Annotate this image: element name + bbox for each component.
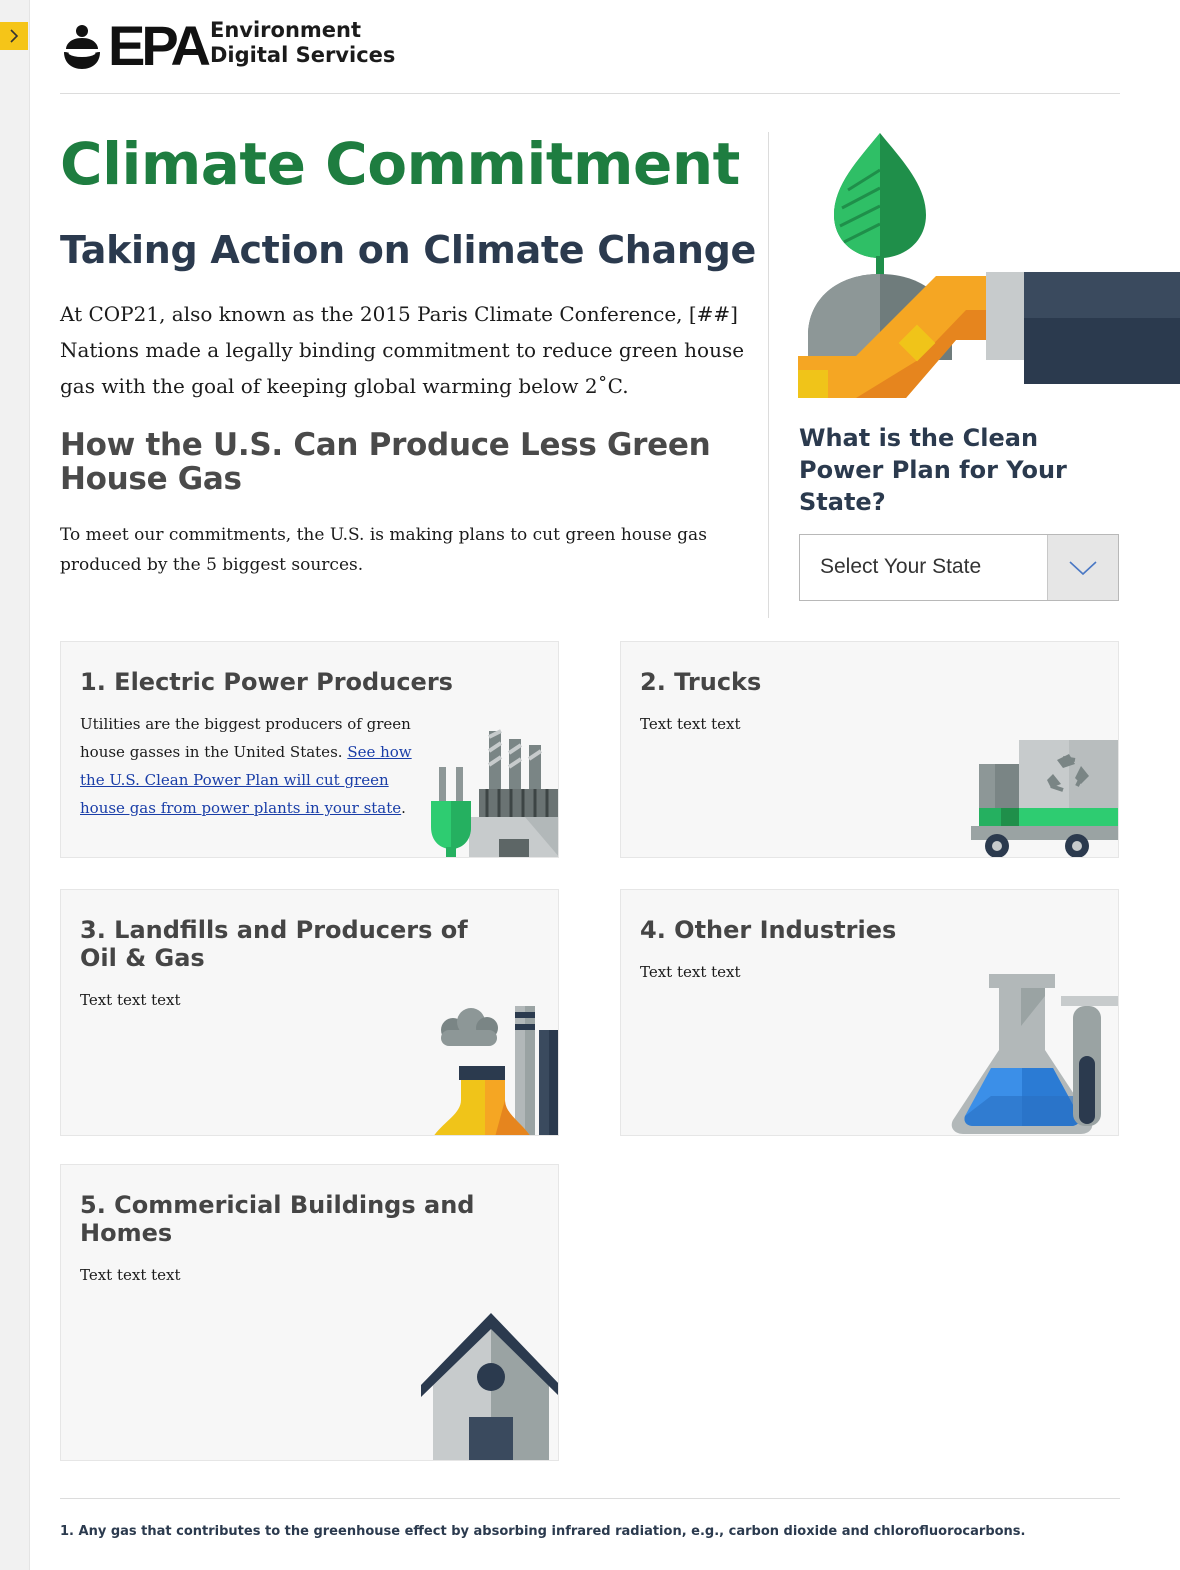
sidebar-toggle-button[interactable]	[0, 22, 28, 50]
site-name-line1: Environment	[210, 18, 362, 42]
source-card-trucks: 2. Trucks Text text text	[620, 641, 1119, 858]
side-rail	[0, 0, 30, 1570]
footnote-divider	[60, 1498, 1120, 1499]
epa-flower-icon	[64, 25, 100, 69]
card-body: Text text text	[80, 991, 181, 1009]
column-divider	[768, 132, 769, 618]
site-name-line2: Digital Services	[210, 43, 396, 67]
card-title: 1. Electric Power Producers	[80, 668, 453, 696]
card-body: Text text text	[640, 963, 741, 981]
source-card-landfills-oil-gas: 3. Landfills and Producers of Oil & Gas …	[60, 889, 559, 1136]
chevron-right-icon	[10, 29, 19, 43]
card-title: 4. Other Industries	[640, 916, 897, 944]
state-select[interactable]: Select Your State	[799, 534, 1119, 601]
page-title: Climate Commitment	[60, 130, 740, 198]
card-body: Text text text	[640, 715, 741, 733]
intro-paragraph: At COP21, also known as the 2015 Paris C…	[60, 302, 745, 398]
footnote: 1. Any gas that contributes to the green…	[60, 1524, 1026, 1539]
source-card-electric-power: 1. Electric Power Producers Utilities ar…	[60, 641, 559, 858]
epa-wordmark: EPA	[108, 14, 211, 77]
house-illustration	[421, 1313, 558, 1460]
card-title: 3. Landfills and Producers of Oil & Gas	[80, 916, 468, 972]
recycling-truck-illustration	[971, 740, 1118, 857]
refinery-illustration	[434, 1006, 558, 1135]
source-card-buildings-homes: 5. Commericial Buildings and Homes Text …	[60, 1164, 559, 1461]
card-body: Utilities are the biggest producers of g…	[80, 710, 430, 822]
epa-logo[interactable]: EPA	[60, 14, 211, 77]
card-title: 2. Trucks	[640, 668, 762, 696]
state-select-toggle[interactable]	[1047, 535, 1118, 600]
source-card-other-industries: 4. Other Industries Text text text	[620, 889, 1119, 1136]
page-subtitle: Taking Action on Climate Change	[60, 228, 757, 272]
card-title: 5. Commericial Buildings and Homes	[80, 1191, 475, 1247]
clean-power-plan-question: What is the Clean Power Plan for Your St…	[799, 424, 1067, 516]
site-header: EPA Environment Digital Services	[60, 14, 1120, 94]
card-body-suffix: .	[401, 799, 406, 817]
lead-paragraph: To meet our commitments, the U.S. is mak…	[60, 525, 707, 575]
state-select-label: Select Your State	[820, 555, 982, 578]
chevron-down-icon	[1069, 560, 1097, 575]
site-name: Environment Digital Services	[210, 18, 395, 68]
card-body: Text text text	[80, 1266, 181, 1284]
leaf-hand-illustration	[798, 133, 1180, 398]
power-plant-illustration	[431, 729, 558, 857]
lab-flask-illustration	[951, 974, 1118, 1134]
section-heading: How the U.S. Can Produce Less Green Hous…	[60, 427, 711, 497]
